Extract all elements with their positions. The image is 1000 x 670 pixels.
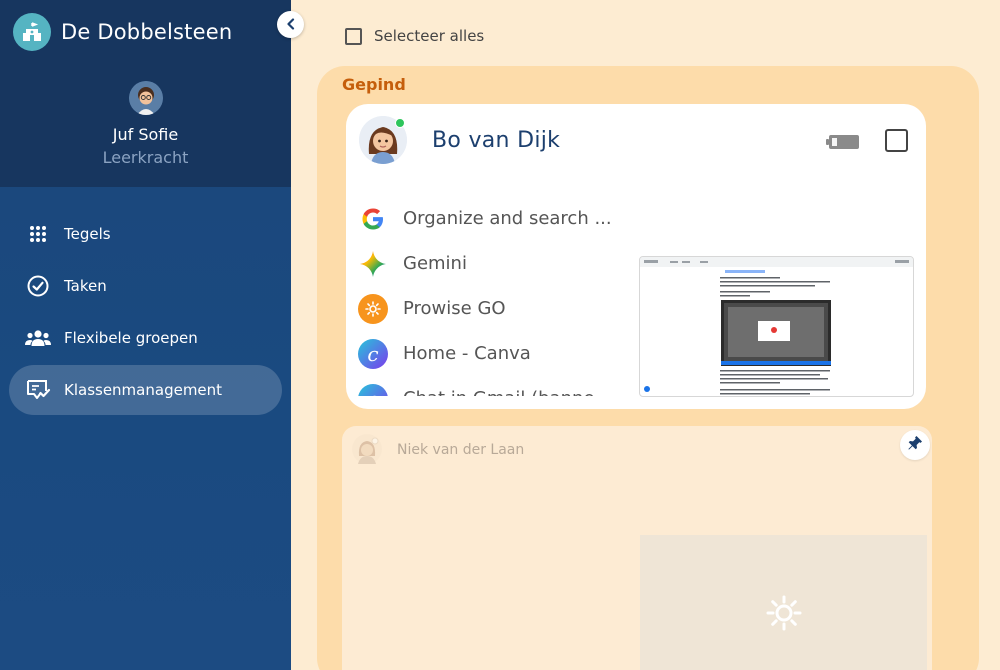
- loading-sun-icon: [766, 595, 802, 635]
- grid-icon: [25, 221, 51, 247]
- student-card[interactable]: Bo van Dijk Organize and search ... Gemi…: [346, 104, 926, 409]
- screen-preview[interactable]: [639, 256, 914, 397]
- sidebar-item-klassenmanagement[interactable]: Klassenmanagement: [9, 365, 282, 415]
- select-all[interactable]: Selecteer alles: [345, 27, 484, 45]
- select-all-label: Selecteer alles: [374, 27, 485, 45]
- sidebar: De Dobbelsteen Juf Sofie Leerkracht Tege…: [0, 0, 291, 670]
- check-circle-icon: [25, 273, 51, 299]
- avatar: [128, 81, 163, 115]
- student-select-checkbox[interactable]: [885, 129, 908, 152]
- collapse-sidebar-button[interactable]: [277, 11, 304, 38]
- profile-name: Juf Sofie: [112, 125, 179, 144]
- sidebar-item-taken[interactable]: Taken: [9, 261, 282, 311]
- screen-preview-placeholder: [640, 535, 927, 670]
- unpin-button[interactable]: [900, 430, 930, 460]
- chevron-left-icon: [285, 15, 297, 34]
- student-avatar: [352, 434, 382, 464]
- sidebar-item-label: Tegels: [64, 225, 111, 243]
- app-title: De Dobbelsteen: [61, 19, 233, 44]
- sidebar-item-label: Taken: [64, 277, 107, 295]
- tab-title: Home - Canva: [403, 343, 531, 364]
- select-all-checkbox[interactable]: [345, 27, 362, 45]
- list-item[interactable]: c Home - Canva: [358, 331, 638, 376]
- pinned-label: Gepind: [342, 75, 406, 94]
- sidebar-item-flexibele-groepen[interactable]: Flexibele groepen: [9, 313, 282, 363]
- google-icon: [358, 203, 388, 234]
- tab-title: Gemini: [403, 253, 467, 274]
- student-name: Bo van Dijk: [432, 128, 561, 153]
- tab-title: Chat in Gmail (banne: [403, 388, 595, 396]
- online-status-indicator: [395, 118, 405, 128]
- open-tabs-list: Organize and search ... Gemini Prowise G…: [358, 196, 638, 396]
- gemini-icon: [358, 248, 388, 279]
- canva-icon: c: [358, 338, 388, 369]
- people-icon: [25, 325, 51, 351]
- sidebar-item-tegels[interactable]: Tegels: [9, 209, 282, 259]
- sidebar-item-label: Klassenmanagement: [64, 381, 223, 399]
- list-item[interactable]: c Chat in Gmail (banne: [358, 376, 638, 396]
- list-item[interactable]: Organize and search ...: [358, 196, 638, 241]
- battery-icon: [826, 134, 860, 154]
- student-name: Niek van der Laan: [397, 442, 525, 458]
- canva-icon: c: [358, 383, 388, 396]
- list-item[interactable]: Prowise GO: [358, 286, 638, 331]
- sidebar-nav: Tegels Taken Flexibele groepen Klassenma…: [0, 187, 291, 415]
- prowise-icon: [358, 293, 388, 324]
- profile-role: Leerkracht: [102, 148, 189, 167]
- list-item[interactable]: Gemini: [358, 241, 638, 286]
- tab-title: Prowise GO: [403, 298, 506, 319]
- school-logo-icon: [13, 12, 51, 51]
- sidebar-item-label: Flexibele groepen: [64, 329, 198, 347]
- screen-check-icon: [25, 377, 51, 403]
- pin-icon: [907, 435, 923, 455]
- student-card[interactable]: Niek van der Laan: [342, 426, 932, 670]
- tab-title: Organize and search ...: [403, 208, 612, 229]
- user-profile: Juf Sofie Leerkracht: [0, 63, 291, 187]
- sidebar-header: De Dobbelsteen: [0, 0, 291, 63]
